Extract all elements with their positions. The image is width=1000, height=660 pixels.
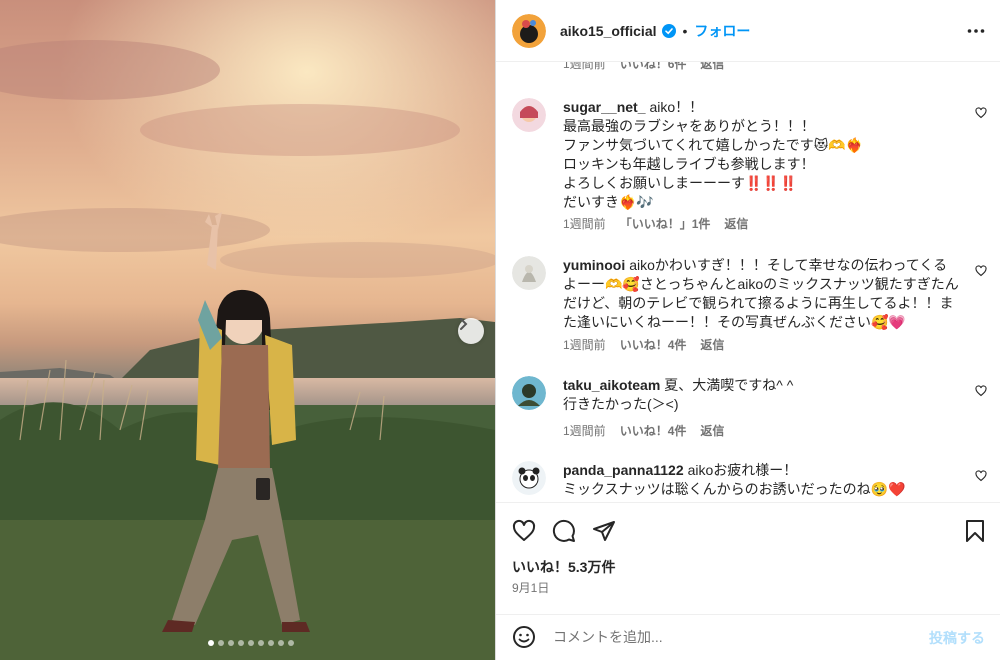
header-separator: • [682, 22, 688, 39]
comment-likes[interactable]: いいね！4件 [620, 422, 687, 439]
comment-composer: 投稿する [496, 614, 1000, 660]
author-avatar[interactable] [512, 13, 546, 48]
carousel-dot [278, 640, 284, 646]
comment-meta: 1週間前 いいね！4件 返信 [563, 422, 724, 439]
reply-button[interactable]: 返信 [700, 62, 724, 72]
commenter-avatar[interactable] [512, 98, 546, 132]
reply-button[interactable]: 返信 [724, 215, 748, 232]
carousel-dot [288, 640, 294, 646]
carousel-dot [228, 640, 234, 646]
comment-body: yuminooi aikoかわいすぎ！！！そして幸せなの伝わってくるよーー🫶🥰さと… [563, 256, 959, 332]
comment-body: sugar__net_ aiko！！ 最高最強のラブシャをありがとう！！！ ファン… [563, 98, 959, 212]
carousel-dot [258, 640, 264, 646]
comment-input[interactable] [553, 625, 913, 649]
carousel-dot [238, 640, 244, 646]
comment-meta: 1週間前 いいね！4件 返信 [563, 336, 724, 353]
comment-time: 1週間前 [563, 424, 606, 438]
carousel-dot [218, 640, 224, 646]
post-photo[interactable] [0, 0, 495, 660]
like-comment-heart-icon[interactable] [975, 385, 987, 397]
comment-time: 1週間前 [563, 217, 606, 231]
previous-comment-meta: 1週間前 いいね！6件 返信 [563, 62, 724, 72]
commenter-username[interactable]: taku_aikoteam [563, 377, 660, 393]
emoji-icon[interactable] [512, 625, 536, 649]
comment-body: taku_aikoteam 夏、大満喫ですね^ ^ 行きたかった(＞<) [563, 376, 959, 414]
comment-time: 1週間前 [563, 338, 606, 352]
like-comment-heart-icon[interactable] [975, 107, 987, 119]
carousel-dot [248, 640, 254, 646]
post-actions: いいね！5.3万件 9月1日 [496, 502, 1000, 614]
commenter-username[interactable]: panda_panna1122 [563, 462, 684, 478]
like-comment-heart-icon[interactable] [975, 265, 987, 277]
commenter-avatar[interactable] [512, 376, 546, 410]
comment-item: sugar__net_ aiko！！ 最高最強のラブシャをありがとう！！！ ファン… [512, 98, 987, 238]
chevron-right-icon [460, 318, 468, 330]
comment-item: panda_panna1122 aikoお疲れ様ー！ ミックスナッツは聡くんからの… [512, 461, 987, 502]
verified-badge-icon [661, 23, 676, 38]
comment-bubble-icon[interactable] [552, 519, 576, 543]
photo-illustration [0, 0, 495, 660]
commenter-username[interactable]: sugar__net_ [563, 99, 645, 115]
comment-likes[interactable]: 「いいね！」1件 [620, 215, 711, 232]
carousel-indicator [208, 640, 294, 646]
comment-time: 1週間前 [563, 62, 606, 71]
comment-item: taku_aikoteam 夏、大満喫ですね^ ^ 行きたかった(＞<) 1週間前… [512, 376, 987, 446]
post-date[interactable]: 9月1日 [512, 579, 549, 596]
comments-list[interactable]: 1週間前 いいね！6件 返信 sugar__net_ aiko！！ 最高最強のラブ… [496, 62, 1000, 502]
carousel-dot [208, 640, 214, 646]
likes-count[interactable]: いいね！5.3万件 [512, 557, 615, 577]
like-comment-heart-icon[interactable] [975, 470, 987, 482]
post-side-panel: aiko15_official • フォロー 1週間前 いいね！6件 返信 su… [495, 0, 1000, 660]
carousel-dot [268, 640, 274, 646]
post-header: aiko15_official • フォロー [496, 0, 1000, 62]
comment-meta: 1週間前 「いいね！」1件 返信 [563, 215, 748, 232]
reply-button[interactable]: 返信 [700, 336, 724, 353]
comment-text: aiko！！ 最高最強のラブシャをありがとう！！！ ファンサ気づいてくれて嬉しか… [563, 99, 864, 210]
save-bookmark-icon[interactable] [964, 519, 986, 543]
commenter-avatar[interactable] [512, 256, 546, 290]
comment-likes[interactable]: いいね！6件 [620, 62, 687, 72]
share-paper-plane-icon[interactable] [592, 519, 616, 543]
reply-button[interactable]: 返信 [700, 422, 724, 439]
like-heart-icon[interactable] [512, 519, 536, 543]
commenter-avatar[interactable] [512, 461, 546, 495]
more-options-icon[interactable] [967, 20, 985, 42]
carousel-next-button[interactable] [458, 318, 484, 344]
comment-body: panda_panna1122 aikoお疲れ様ー！ ミックスナッツは聡くんからの… [563, 461, 959, 499]
comment-likes[interactable]: いいね！4件 [620, 336, 687, 353]
commenter-username[interactable]: yuminooi [563, 257, 625, 273]
comment-item: yuminooi aikoかわいすぎ！！！そして幸せなの伝わってくるよーー🫶🥰さと… [512, 256, 987, 356]
author-username[interactable]: aiko15_official [560, 23, 657, 39]
follow-button[interactable]: フォロー [694, 21, 750, 41]
post-comment-button[interactable]: 投稿する [929, 628, 985, 648]
